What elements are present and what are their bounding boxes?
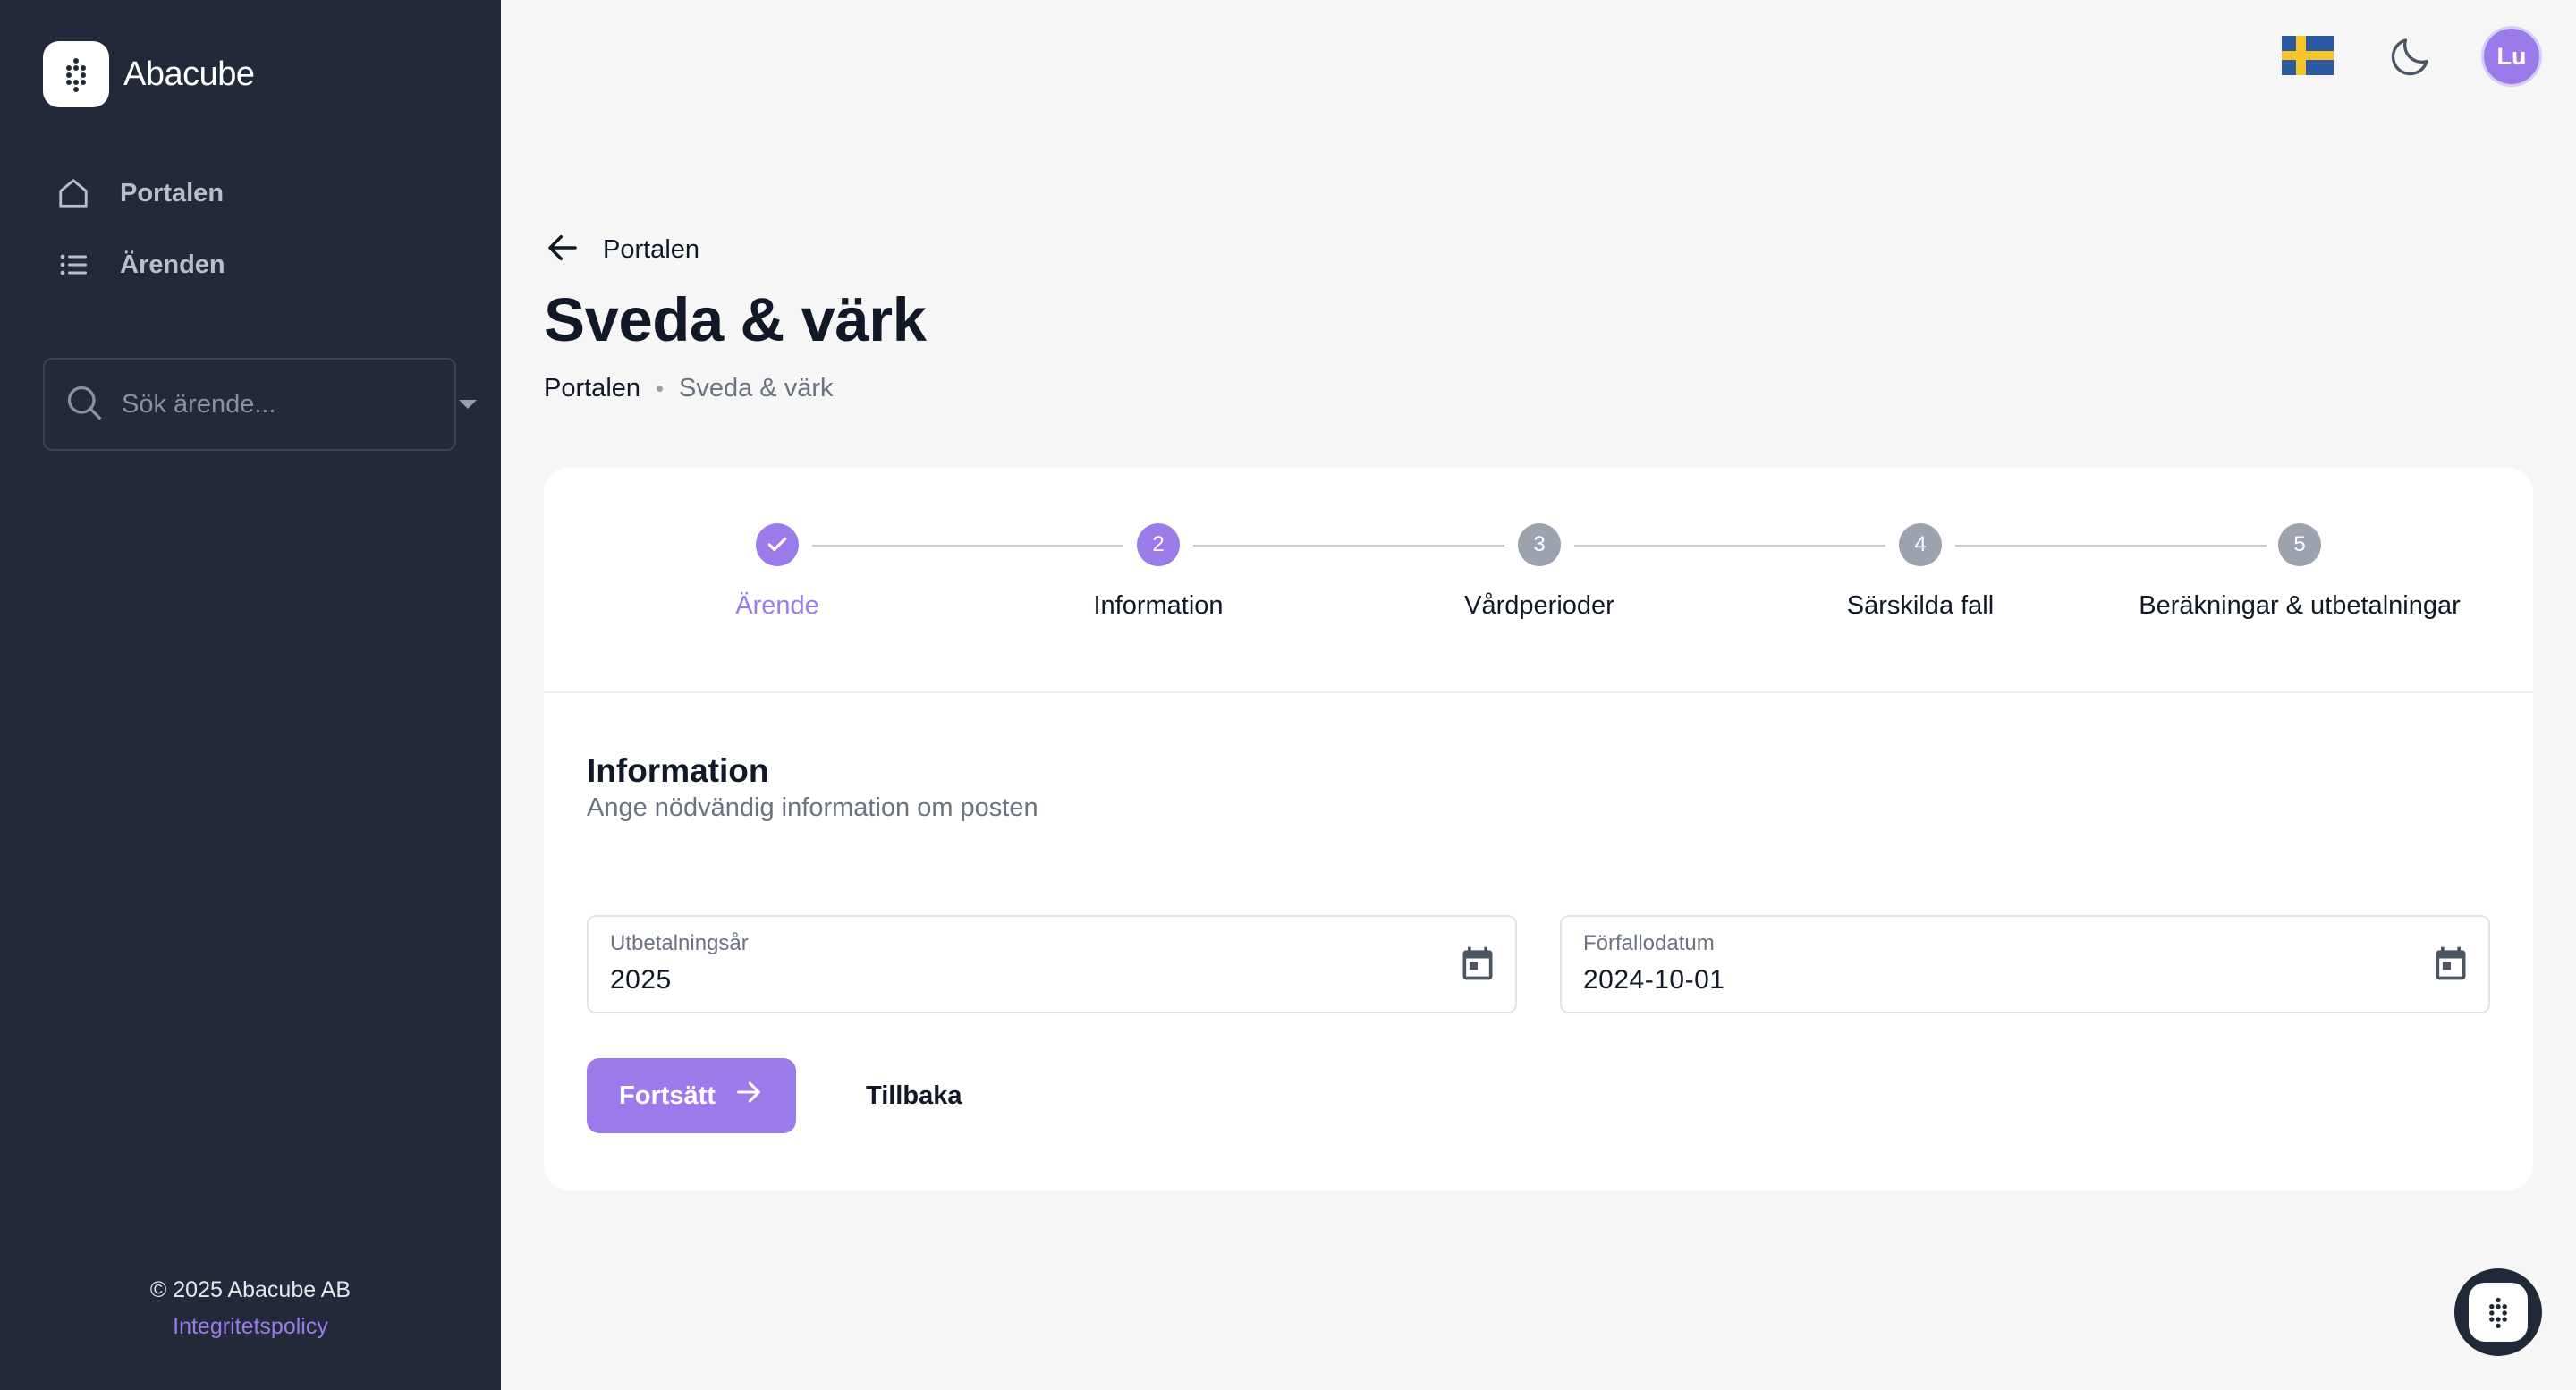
brand-name: Abacube [123, 55, 255, 93]
step-sarskilda-fall[interactable]: 4 Särskilda fall [1733, 523, 2108, 621]
sidebar-item-label: Ärenden [120, 250, 225, 279]
support-chat-button[interactable] [2454, 1268, 2542, 1356]
payout-year-field[interactable]: Utbetalningsår 2025 [587, 915, 1517, 1013]
step-label: Vårdperioder [1464, 591, 1614, 620]
breadcrumb-portalen[interactable]: Portalen [544, 374, 640, 403]
step-number: 3 [1518, 523, 1561, 566]
sweden-flag-icon[interactable] [2282, 36, 2334, 75]
page-title: Sveda & värk [544, 285, 927, 354]
abacube-logo-icon [2469, 1283, 2528, 1342]
sidebar-nav: Portalen Ärenden [55, 157, 467, 301]
sidebar-item-label: Portalen [120, 178, 225, 208]
breadcrumb-separator [657, 386, 664, 392]
step-label: Ärende [735, 591, 819, 620]
step-number: 5 [2278, 523, 2321, 566]
search-icon [64, 383, 104, 427]
section-subtitle: Ange nödvändig information om posten [587, 793, 1038, 822]
brand[interactable]: Abacube [43, 41, 255, 107]
step-vardperioder[interactable]: 3 Vårdperioder [1352, 523, 1727, 621]
calendar-icon[interactable] [2431, 944, 2470, 983]
breadcrumb: Portalen Sveda & värk [544, 374, 834, 403]
field-value[interactable]: 2024-10-01 [1583, 965, 1724, 996]
step-label: Särskilda fall [1846, 591, 1995, 620]
sidebar: Abacube Portalen Ärenden © 2025 Abacube … [0, 0, 501, 1390]
step-berakningar[interactable]: 5 Beräkningar & utbetalningar [2112, 523, 2487, 621]
step-arende[interactable]: Ärende [589, 523, 965, 621]
step-label: Information [1093, 591, 1224, 620]
continue-button-label: Fortsätt [619, 1081, 716, 1110]
field-label: Utbetalningsår [610, 931, 749, 955]
due-date-field[interactable]: Förfallodatum 2024-10-01 [1560, 915, 2490, 1013]
calendar-icon[interactable] [1458, 944, 1497, 983]
abacube-logo-icon [43, 41, 109, 107]
continue-button[interactable]: Fortsätt [587, 1058, 796, 1133]
step-number: 2 [1137, 523, 1180, 566]
back-link-label: Portalen [603, 235, 700, 264]
case-search[interactable] [43, 358, 477, 451]
section-title: Information [587, 752, 769, 789]
check-icon [756, 523, 799, 566]
step-label: Beräkningar & utbetalningar [2139, 591, 2461, 620]
step-information[interactable]: 2 Information [970, 523, 1346, 621]
step-number: 4 [1899, 523, 1942, 566]
arrow-left-icon [544, 229, 581, 271]
moon-icon[interactable] [2386, 32, 2435, 81]
back-link[interactable]: Portalen [544, 229, 699, 271]
wizard-card: Ärende 2 Information 3 Vårdperioder 4 Sä… [544, 468, 2533, 1191]
breadcrumb-current: Sveda & värk [679, 374, 834, 403]
sidebar-footer: © 2025 Abacube AB Integritetspolicy [0, 1277, 501, 1340]
back-button[interactable]: Tillbaka [866, 1058, 962, 1133]
list-icon [55, 247, 91, 283]
copyright: © 2025 Abacube AB [149, 1277, 352, 1302]
sidebar-item-arenden[interactable]: Ärenden [55, 229, 467, 301]
field-value[interactable]: 2025 [610, 965, 672, 996]
stepper: Ärende 2 Information 3 Vårdperioder 4 Sä… [544, 468, 2533, 693]
sidebar-item-portalen[interactable]: Portalen [55, 157, 467, 229]
avatar[interactable]: Lu [2481, 26, 2542, 87]
privacy-policy-link[interactable]: Integritetspolicy [173, 1314, 328, 1340]
search-input[interactable] [122, 389, 459, 420]
arrow-right-icon [733, 1077, 764, 1115]
chevron-down-icon[interactable] [459, 400, 477, 409]
field-label: Förfallodatum [1583, 931, 1715, 955]
home-icon [55, 175, 91, 211]
